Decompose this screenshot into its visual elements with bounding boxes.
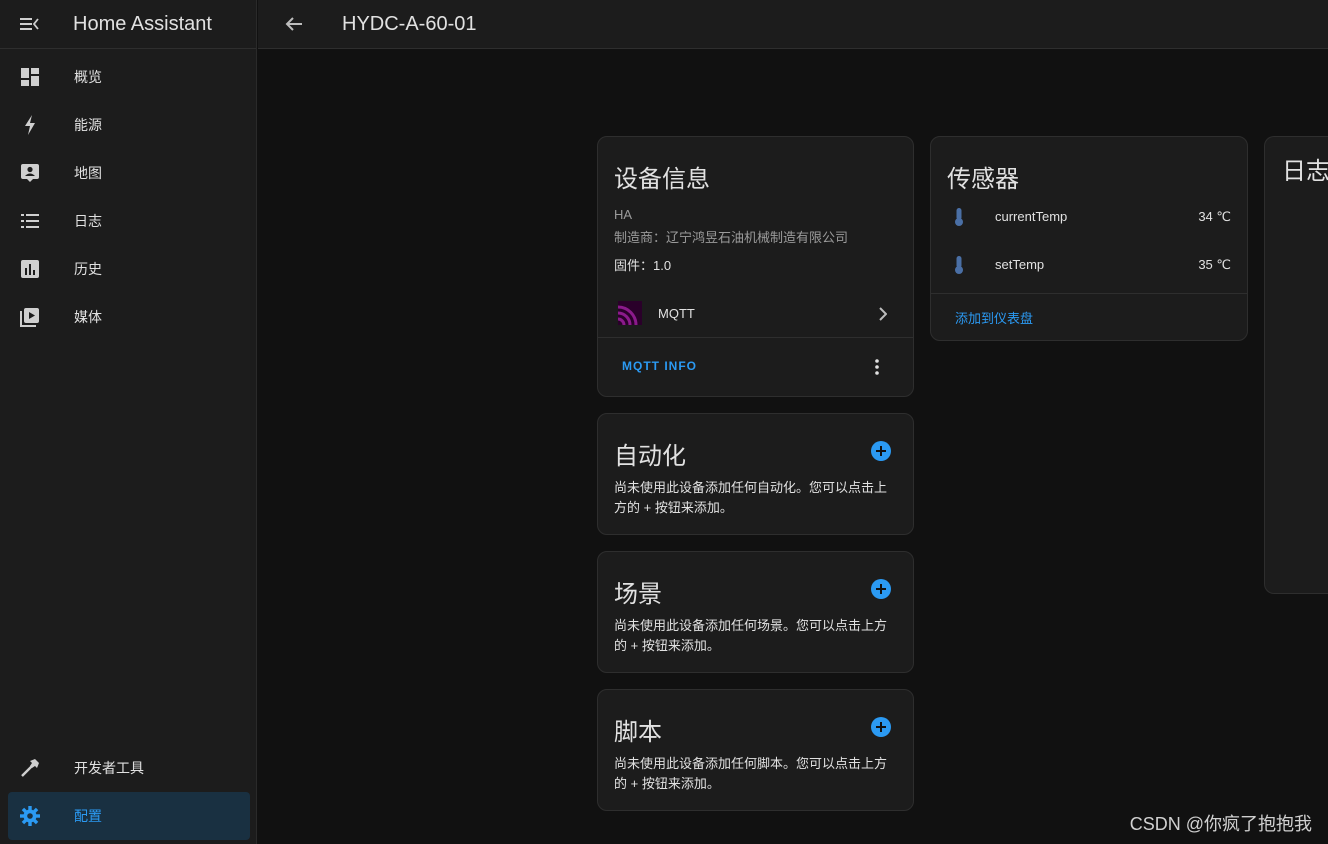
sidebar-item-overview[interactable]: 概览: [0, 53, 256, 101]
integration-label: MQTT: [658, 306, 695, 321]
sidebar-item-label: 概览: [74, 69, 102, 85]
play-box-icon: [18, 305, 42, 329]
add-to-dashboard-link[interactable]: 添加到仪表盘: [955, 308, 1033, 327]
sensor-row[interactable]: currentTemp 34 ℃: [931, 201, 1247, 231]
sensor-row[interactable]: setTemp 35 ℃: [931, 249, 1247, 279]
sidebar-item-developer-tools[interactable]: 开发者工具: [0, 744, 256, 792]
device-manufacturer: 制造商：辽宁鸿昱石油机械制造有限公司: [614, 230, 849, 245]
sidebar-item-label: 历史: [74, 261, 102, 277]
thermometer-icon: [953, 255, 965, 280]
dashboard-icon: [18, 65, 42, 89]
page-title: HYDC-A-60-01: [342, 12, 477, 35]
sidebar-item-label: 日志: [74, 213, 102, 229]
add-script-button[interactable]: [871, 717, 891, 737]
lightning-icon: [18, 113, 42, 137]
mqtt-icon: [617, 301, 642, 330]
watermark: CSDN @你疯了抱抱我: [1129, 814, 1312, 834]
device-model: HA: [614, 207, 633, 222]
sensors-card: 传感器 currentTemp 34 ℃ setTemp 35 ℃ 添加到仪表盘: [930, 136, 1248, 341]
script-description: 尚未使用此设备添加任何脚本。您可以点击上方的 + 按钮来添加。: [614, 756, 888, 791]
sidebar: Home Assistant 概览 能源 地图 日志 历史 媒体 开发者工具 配…: [0, 0, 257, 844]
sidebar-item-label: 开发者工具: [74, 760, 144, 776]
sensors-title: 传感器: [947, 166, 1019, 193]
sidebar-item-media[interactable]: 媒体: [0, 293, 256, 341]
logbook-title: 日志: [1282, 158, 1328, 185]
sidebar-header: Home Assistant: [0, 0, 256, 49]
sensor-value: 35 ℃: [1198, 257, 1231, 272]
sidebar-item-history[interactable]: 历史: [0, 245, 256, 293]
back-arrow-icon[interactable]: [282, 12, 306, 36]
automation-title: 自动化: [614, 443, 686, 470]
device-info-card: 设备信息 HA 制造商：辽宁鸿昱石油机械制造有限公司 固件：1.0 MQTT M…: [597, 136, 914, 397]
gear-icon: [18, 804, 42, 828]
sidebar-item-map[interactable]: 地图: [0, 149, 256, 197]
sidebar-nav: 概览 能源 地图 日志 历史 媒体: [0, 49, 256, 341]
divider: [598, 337, 913, 338]
scene-title: 场景: [614, 581, 662, 608]
map-account-icon: [18, 161, 42, 185]
sidebar-item-label: 媒体: [74, 309, 102, 325]
chevron-right-icon: [879, 307, 888, 326]
logbook-card: 日志: [1264, 136, 1328, 594]
chart-box-icon: [18, 257, 42, 281]
sidebar-item-logbook[interactable]: 日志: [0, 197, 256, 245]
more-vert-icon[interactable]: [873, 358, 881, 376]
format-list-icon: [18, 209, 42, 233]
sidebar-item-settings[interactable]: 配置: [8, 792, 250, 840]
scene-card: 场景 尚未使用此设备添加任何场景。您可以点击上方的 + 按钮来添加。: [597, 551, 914, 673]
menu-toggle-icon[interactable]: [20, 14, 40, 34]
device-info-title: 设备信息: [614, 166, 710, 193]
mqtt-info-button[interactable]: MQTT INFO: [622, 359, 697, 373]
app-title: Home Assistant: [73, 12, 212, 35]
sensor-value: 34 ℃: [1198, 209, 1231, 224]
scene-description: 尚未使用此设备添加任何场景。您可以点击上方的 + 按钮来添加。: [614, 618, 888, 653]
sensor-name: setTemp: [995, 257, 1045, 272]
top-bar: HYDC-A-60-01: [258, 0, 1328, 49]
integration-row[interactable]: MQTT: [598, 295, 913, 333]
sensor-name: currentTemp: [995, 209, 1068, 224]
add-scene-button[interactable]: [871, 579, 891, 599]
sidebar-item-label: 能源: [74, 117, 102, 133]
sidebar-item-label: 地图: [74, 165, 102, 181]
sidebar-item-energy[interactable]: 能源: [0, 101, 256, 149]
script-title: 脚本: [614, 719, 662, 746]
add-automation-button[interactable]: [871, 441, 891, 461]
sidebar-item-label: 配置: [74, 808, 102, 824]
device-firmware: 固件：1.0: [614, 258, 672, 273]
hammer-icon: [18, 756, 42, 780]
divider: [931, 293, 1247, 294]
thermometer-icon: [953, 207, 965, 232]
sidebar-bottom: 开发者工具 配置: [0, 744, 256, 840]
automation-card: 自动化 尚未使用此设备添加任何自动化。您可以点击上方的 + 按钮来添加。: [597, 413, 914, 535]
automation-description: 尚未使用此设备添加任何自动化。您可以点击上方的 + 按钮来添加。: [614, 480, 888, 515]
script-card: 脚本 尚未使用此设备添加任何脚本。您可以点击上方的 + 按钮来添加。: [597, 689, 914, 811]
